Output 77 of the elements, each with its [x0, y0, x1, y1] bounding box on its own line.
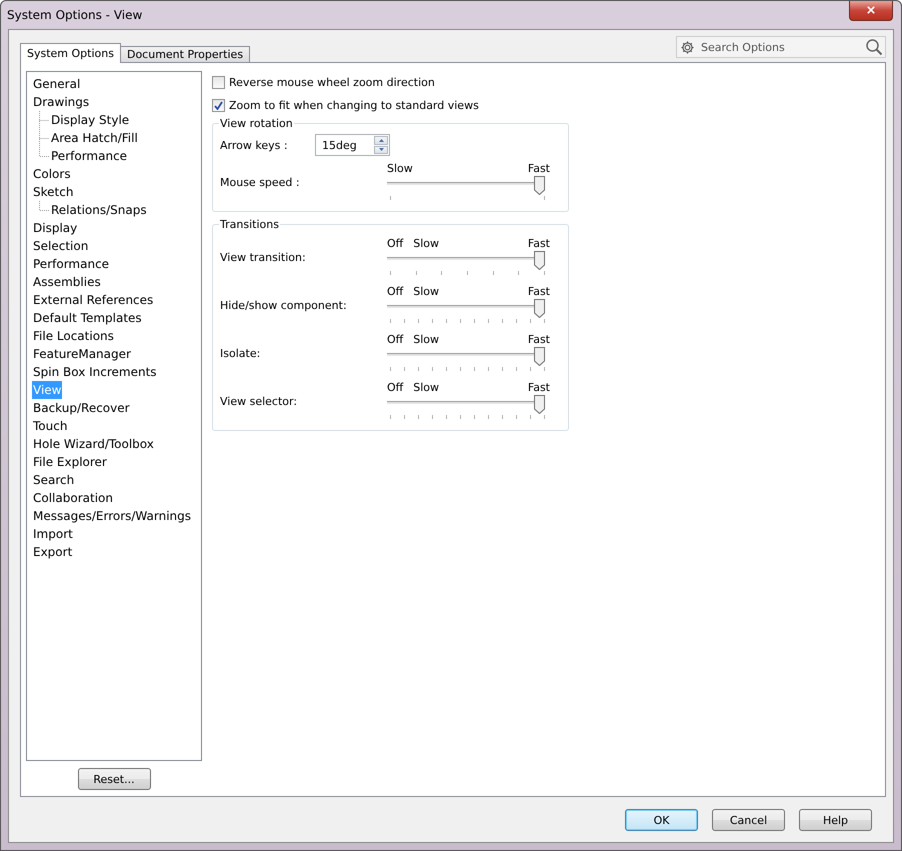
tree-item[interactable]: File Explorer — [32, 453, 108, 471]
close-button[interactable]: × — [849, 1, 893, 21]
tree-item[interactable]: Relations/Snaps — [50, 201, 148, 219]
spin-field[interactable]: 15deg — [315, 134, 390, 156]
slider-mark-label: Off — [387, 381, 404, 395]
slider-mark-label: Fast — [528, 333, 550, 347]
tree-item[interactable]: Touch — [32, 417, 68, 435]
search-field[interactable]: Search Options — [676, 36, 886, 58]
dialog-button[interactable]: Cancel — [712, 809, 785, 831]
checkbox[interactable] — [212, 99, 225, 112]
tree-item[interactable]: Display Style — [50, 111, 130, 129]
tree-item[interactable]: Messages/Errors/Warnings — [32, 507, 192, 525]
tab[interactable]: System Options — [20, 43, 121, 63]
checkbox[interactable] — [212, 76, 225, 89]
checkbox-label: Zoom to fit when changing to standard views — [229, 99, 479, 112]
tree-item[interactable]: Hole Wizard/Toolbox — [32, 435, 155, 453]
tree-item[interactable]: File Locations — [32, 327, 115, 345]
slider-thumb[interactable] — [534, 176, 545, 195]
group-title: View rotation — [219, 117, 294, 130]
field-label: Arrow keys : — [220, 138, 288, 152]
slider-mark-label: Off — [387, 285, 404, 299]
reset-button[interactable]: Reset... — [78, 768, 150, 790]
down-arrow-icon — [378, 148, 384, 152]
tree-item[interactable]: Area Hatch/Fill — [50, 129, 139, 147]
tree-item[interactable]: General — [32, 75, 82, 93]
slider-mark-label: Off — [387, 237, 404, 251]
slider-thumb[interactable] — [534, 395, 545, 414]
slider-mark-label: Fast — [528, 285, 550, 299]
slider-label: View selector: — [220, 395, 298, 410]
slider-mark-label: Off — [387, 333, 404, 347]
window-title: System Options - View — [7, 8, 142, 22]
slider-thumb[interactable] — [534, 299, 545, 318]
slider-mark-label: Slow — [413, 381, 440, 395]
slider-mark-label: Fast — [528, 162, 550, 176]
slider-label: Hide/show component: — [220, 299, 348, 314]
dialog-button[interactable]: Help — [799, 809, 872, 831]
tree-item[interactable]: Search — [32, 471, 76, 489]
tree-connector-icon — [39, 111, 49, 129]
slider-thumb[interactable] — [534, 347, 545, 366]
slider-label: View transition: — [220, 251, 307, 266]
tree-item[interactable]: Sketch — [32, 183, 74, 201]
slider-label: Isolate: — [220, 347, 262, 362]
tree-item[interactable]: Default Templates — [32, 309, 143, 327]
up-arrow-icon — [378, 138, 384, 142]
tab[interactable]: Document Properties — [120, 46, 250, 63]
tree-item[interactable]: Assemblies — [32, 273, 102, 291]
checkmark-icon — [214, 101, 223, 110]
tree-item[interactable]: External References — [32, 291, 154, 309]
slider-thumb[interactable] — [534, 251, 545, 270]
tree-connector-icon — [39, 201, 49, 211]
tree-item[interactable]: Performance — [32, 255, 110, 273]
dialog-button[interactable]: OK — [625, 809, 698, 831]
slider-mark-label: Slow — [387, 162, 413, 176]
slider-mark-label: Slow — [413, 333, 440, 347]
slider-mark-label: Slow — [413, 237, 440, 251]
slider-mark-label: Fast — [528, 381, 550, 395]
gear-icon — [680, 40, 695, 54]
search-input[interactable]: Search Options — [699, 40, 861, 54]
search-icon[interactable] — [865, 38, 883, 56]
tree-item[interactable]: Spin Box Increments — [32, 363, 158, 381]
group-title: Transitions — [219, 218, 280, 231]
tree-item[interactable]: FeatureManager — [32, 345, 132, 363]
slider-label: Mouse speed : — [220, 176, 301, 191]
tree-item[interactable]: Colors — [32, 165, 72, 183]
tree-item[interactable]: Backup/Recover — [32, 399, 131, 417]
slider-mark-label: Fast — [528, 237, 550, 251]
spin-up-button[interactable] — [374, 136, 388, 144]
checkbox-label: Reverse mouse wheel zoom direction — [229, 76, 435, 89]
tree-item[interactable]: Export — [32, 543, 74, 561]
slider-mark-label: Slow — [413, 285, 440, 299]
tree-item[interactable]: Drawings — [32, 93, 90, 111]
tree-item[interactable]: Performance — [50, 147, 128, 165]
spin-down-button[interactable] — [374, 146, 388, 154]
tree-item[interactable]: Selection — [32, 237, 90, 255]
tree-item[interactable]: Display — [32, 219, 78, 237]
tree-item[interactable]: Import — [32, 525, 74, 543]
tree-item[interactable]: Collaboration — [32, 489, 114, 507]
